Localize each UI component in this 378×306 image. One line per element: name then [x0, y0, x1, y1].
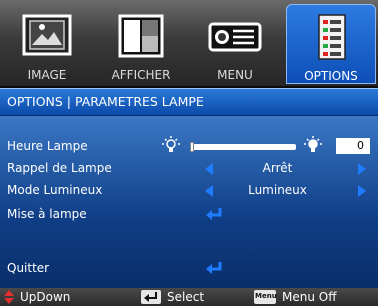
arrow-right-icon[interactable]: [358, 185, 366, 197]
lamp-reminder-row[interactable]: Rappel de Lampe Arrêt: [0, 158, 378, 180]
brightness-mode-row[interactable]: Mode Lumineux Lumineux: [0, 180, 378, 202]
lamp-reminder-value: Arrêt: [262, 161, 293, 175]
tab-label: AFFICHER: [111, 68, 171, 82]
bulb-dim-icon: [162, 136, 180, 152]
menu-key-label: Menu: [255, 292, 277, 300]
slider-handle[interactable]: [190, 142, 194, 152]
lamp-hours-label: Heure Lampe: [7, 139, 88, 153]
tab-image[interactable]: IMAGE: [2, 4, 92, 84]
lamp-reset-row[interactable]: Mise à lampe: [0, 204, 378, 226]
tab-menu[interactable]: MENU: [190, 4, 280, 84]
updown-hint: UpDown: [20, 290, 71, 304]
tab-label: MENU: [217, 68, 253, 82]
options-icon: [318, 14, 346, 60]
tab-afficher[interactable]: AFFICHER: [96, 4, 186, 84]
lamp-hours-row[interactable]: Heure Lampe 0: [0, 136, 378, 158]
settings-panel: Heure Lampe 0 Rappel de Lampe Arrêt Mode…: [0, 116, 378, 288]
brightness-mode-value: Lumineux: [248, 183, 307, 197]
tab-label: OPTIONS: [304, 69, 358, 83]
exit-row[interactable]: Quitter: [0, 258, 378, 280]
arrow-left-icon[interactable]: [205, 185, 213, 197]
menu-off-hint: Menu Off: [282, 290, 337, 304]
menu-key-icon: Menu: [254, 290, 277, 304]
page-title-bar: OPTIONS | PARAMETRES LAMPE: [0, 88, 378, 116]
tab-options[interactable]: OPTIONS: [286, 4, 376, 84]
enter-icon[interactable]: [205, 207, 223, 221]
enter-glyph-icon: [144, 292, 157, 302]
lamp-reminder-label: Rappel de Lampe: [7, 161, 112, 175]
enter-key-icon: [141, 290, 161, 304]
lamp-reset-label: Mise à lampe: [7, 207, 87, 221]
osd-menu: IMAGE AFFICHER MENU OPTIONS OPTIONS | PA…: [0, 0, 378, 306]
brightness-mode-label: Mode Lumineux: [7, 183, 103, 197]
arrow-left-icon[interactable]: [205, 163, 213, 175]
tab-label: IMAGE: [27, 68, 67, 82]
lamp-hours-slider[interactable]: [190, 142, 296, 152]
enter-icon[interactable]: [205, 261, 223, 275]
exit-label: Quitter: [7, 261, 50, 275]
updown-arrows-icon: [4, 290, 14, 304]
tab-bar: IMAGE AFFICHER MENU OPTIONS: [0, 0, 378, 86]
arrow-right-icon[interactable]: [358, 163, 366, 175]
projector-icon: [208, 22, 262, 52]
lamp-hours-value: 0: [336, 138, 370, 154]
bulb-bright-icon: [304, 136, 322, 152]
page-title: OPTIONS | PARAMETRES LAMPE: [7, 94, 204, 109]
select-hint: Select: [167, 290, 205, 304]
footer-hint-bar: UpDown Select Menu Menu Off: [0, 288, 378, 306]
display-icon: [118, 14, 164, 58]
image-icon: [22, 14, 72, 56]
